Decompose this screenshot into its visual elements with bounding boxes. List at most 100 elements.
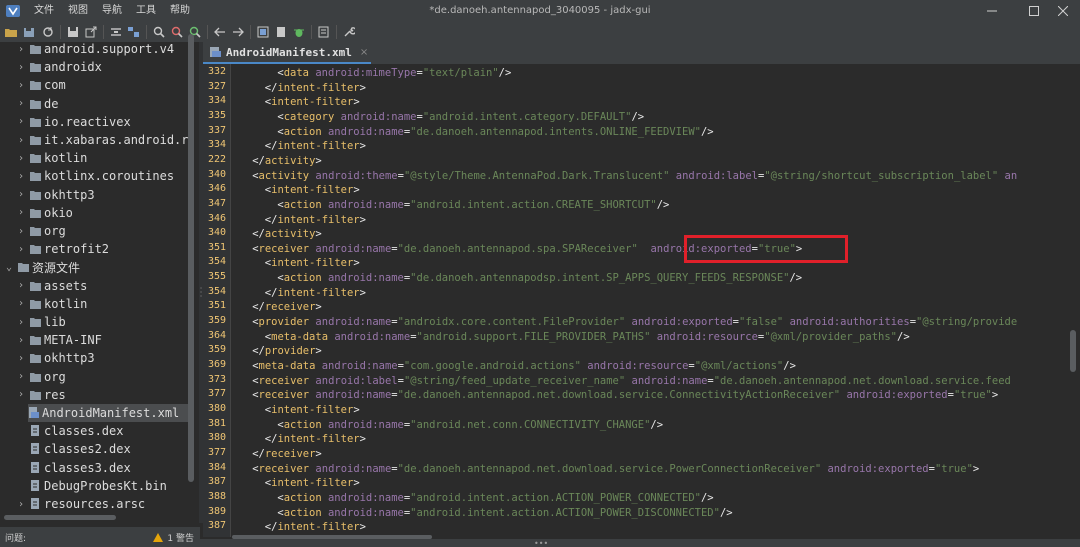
tree-vertical-scrollbar[interactable] bbox=[188, 34, 194, 482]
tree-item[interactable]: › assets bbox=[0, 277, 87, 295]
problems-label[interactable]: 问题: bbox=[5, 531, 26, 544]
debug-icon[interactable] bbox=[290, 24, 307, 41]
bottom-grip-icon[interactable]: ••• bbox=[534, 539, 548, 547]
code-line: <action android:name="de.danoeh.antennap… bbox=[277, 125, 713, 139]
save-all-icon[interactable] bbox=[21, 24, 38, 41]
log-icon[interactable] bbox=[315, 24, 332, 41]
chevron-right-icon[interactable]: › bbox=[15, 153, 27, 164]
menu-help[interactable]: 帮助 bbox=[163, 0, 197, 22]
preferences-icon[interactable] bbox=[340, 24, 357, 41]
code-token: intent-filter bbox=[271, 96, 354, 109]
decompile-all-icon[interactable] bbox=[254, 24, 271, 41]
code-editor[interactable]: <data android:mimeType="text/plain"/> </i… bbox=[231, 64, 1069, 537]
search-class-icon[interactable] bbox=[168, 24, 185, 41]
tree-item[interactable]: classes.dex bbox=[0, 422, 123, 440]
chevron-right-icon[interactable]: › bbox=[15, 207, 27, 218]
code-token: android:label bbox=[315, 374, 398, 387]
chevron-right-icon[interactable]: › bbox=[15, 116, 27, 127]
folder-icon bbox=[30, 318, 41, 327]
tree-item[interactable]: DebugProbesKt.bin bbox=[0, 477, 167, 495]
forward-icon[interactable] bbox=[229, 24, 246, 41]
tree-item[interactable]: › resources.arsc bbox=[0, 495, 145, 513]
code-token: intent-filter bbox=[277, 213, 360, 226]
code-token: android:name bbox=[321, 360, 398, 372]
tree-item[interactable]: › res bbox=[0, 386, 66, 404]
code-vertical-scrollbar[interactable] bbox=[1070, 330, 1076, 372]
menu-navigation[interactable]: 导航 bbox=[95, 0, 129, 22]
chevron-down-icon[interactable]: ⌄ bbox=[3, 262, 15, 273]
chevron-right-icon[interactable]: › bbox=[15, 317, 27, 328]
warning-indicator[interactable]: 1 警告 bbox=[153, 531, 194, 544]
chevron-right-icon[interactable]: › bbox=[15, 98, 27, 109]
search-icon[interactable] bbox=[150, 24, 167, 41]
menu-file[interactable]: 文件 bbox=[27, 0, 61, 22]
tree-item[interactable]: ⌄ 资源文件 bbox=[0, 258, 80, 276]
chevron-right-icon[interactable]: › bbox=[15, 371, 27, 382]
tree-item-label: classes.dex bbox=[44, 424, 124, 439]
tree-item[interactable]: › retrofit2 bbox=[0, 240, 109, 258]
tree-item-label: retrofit2 bbox=[44, 242, 110, 257]
tab-androidmanifest[interactable]: AndroidManifest.xml × bbox=[203, 42, 371, 64]
chevron-right-icon[interactable]: › bbox=[15, 189, 27, 200]
code-token: </ bbox=[264, 81, 278, 94]
code-token: > bbox=[972, 462, 980, 475]
package-icon bbox=[30, 99, 41, 109]
code-token: intent-filter bbox=[277, 81, 360, 94]
tree-item[interactable]: › kotlinx.coroutines bbox=[0, 167, 174, 185]
menu-view[interactable]: 视图 bbox=[61, 0, 95, 22]
chevron-right-icon[interactable]: › bbox=[15, 62, 27, 73]
back-icon[interactable] bbox=[211, 24, 228, 41]
tree-item[interactable]: › META-INF bbox=[0, 331, 102, 349]
chevron-right-icon[interactable]: › bbox=[15, 244, 27, 255]
open-folder-icon[interactable] bbox=[3, 24, 20, 41]
tree-item[interactable]: classes3.dex bbox=[0, 459, 131, 477]
chevron-right-icon[interactable]: › bbox=[15, 280, 27, 291]
close-icon[interactable] bbox=[1046, 0, 1080, 22]
code-token: android:name bbox=[315, 462, 392, 475]
tree-item[interactable]: › android.support.v4 bbox=[0, 42, 174, 58]
tree-item[interactable]: › io.reactivex bbox=[0, 113, 131, 131]
chevron-right-icon[interactable]: › bbox=[15, 135, 27, 146]
tree-item[interactable]: › com bbox=[0, 76, 66, 94]
minimize-icon[interactable] bbox=[975, 0, 1009, 22]
sync-tree-icon[interactable] bbox=[125, 24, 142, 41]
code-token: "@xml/provider_paths" bbox=[764, 330, 898, 343]
chevron-right-icon[interactable]: › bbox=[15, 499, 27, 510]
tree-item[interactable]: › kotlin bbox=[0, 149, 87, 167]
tree-item[interactable]: › okio bbox=[0, 204, 73, 222]
tree-item[interactable]: › okhttp3 bbox=[0, 186, 95, 204]
tab-close-icon[interactable]: × bbox=[360, 47, 368, 58]
tree-item[interactable]: › de bbox=[0, 95, 58, 113]
tree-item[interactable]: › org bbox=[0, 368, 66, 386]
tree-item[interactable]: › okhttp3 bbox=[0, 349, 95, 367]
tree-item-label: lib bbox=[44, 315, 66, 329]
sync-icon[interactable] bbox=[39, 24, 56, 41]
project-tree[interactable]: › android.support.v4 › androidx › com › de › io.r… bbox=[0, 42, 200, 523]
code-token: android:name bbox=[327, 491, 404, 504]
chevron-right-icon[interactable]: › bbox=[15, 335, 27, 346]
export-icon[interactable] bbox=[82, 24, 99, 41]
tree-horizontal-scrollbar[interactable] bbox=[4, 515, 116, 520]
tree-item[interactable]: › androidx bbox=[0, 58, 102, 76]
code-token: /> bbox=[783, 360, 796, 372]
chevron-right-icon[interactable]: › bbox=[15, 171, 27, 182]
tree-item[interactable]: › kotlin bbox=[0, 295, 87, 313]
line-number: 347 bbox=[207, 197, 226, 209]
tree-item[interactable]: classes2.dex bbox=[0, 440, 131, 458]
chevron-right-icon[interactable]: › bbox=[15, 353, 27, 364]
save-icon[interactable] bbox=[64, 24, 81, 41]
menu-tools[interactable]: 工具 bbox=[129, 0, 163, 22]
chevron-right-icon[interactable]: › bbox=[15, 226, 27, 237]
chevron-right-icon[interactable]: › bbox=[15, 389, 27, 400]
chevron-right-icon[interactable]: › bbox=[15, 298, 27, 309]
tree-item[interactable]: › lib bbox=[0, 313, 66, 331]
flatten-icon[interactable] bbox=[107, 24, 124, 41]
chevron-right-icon[interactable]: › bbox=[15, 80, 27, 91]
code-line: <provider android:name="androidx.core.co… bbox=[252, 315, 1017, 329]
package-icon bbox=[30, 172, 41, 182]
tree-item[interactable]: › org bbox=[0, 222, 66, 240]
bookmark-icon[interactable] bbox=[272, 24, 289, 41]
chevron-right-icon[interactable]: › bbox=[15, 44, 27, 55]
tree-item[interactable]: › it.xabaras.android.r bbox=[0, 131, 189, 149]
tree-item[interactable]: AndroidManifest.xml bbox=[28, 404, 188, 422]
